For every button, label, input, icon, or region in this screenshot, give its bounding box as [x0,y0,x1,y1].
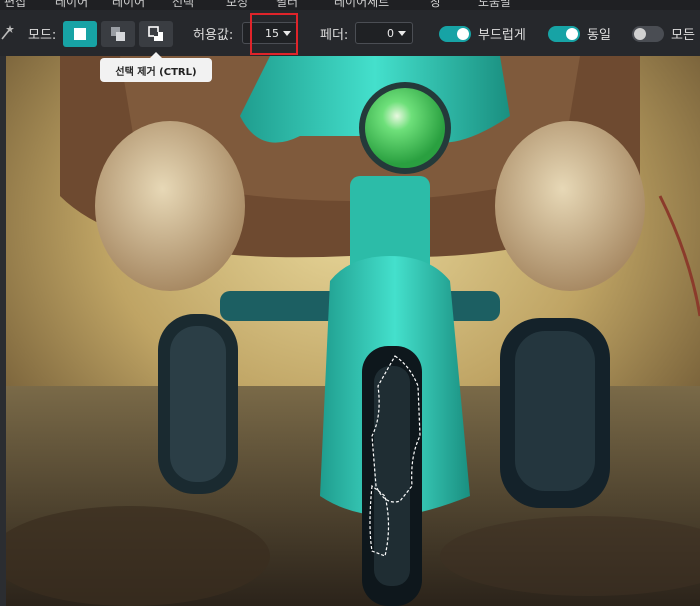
toggle-knob [634,28,646,40]
contiguous-label: 동일 [587,27,611,43]
chevron-down-icon [398,30,406,36]
menu-item[interactable]: 레이어 [55,0,88,10]
menu-item[interactable]: 보정 [226,0,248,10]
new-selection-button[interactable] [63,21,97,47]
tool-options-bar: 모드: 허용값: 15 페더: 0 부드럽게 동일 모든 [0,10,700,56]
feather-dropdown[interactable]: 0 [355,22,413,44]
menu-item[interactable]: 도움말 [478,0,511,10]
contiguous-toggle[interactable] [548,26,580,42]
toggle-knob [566,28,578,40]
menu-item[interactable]: 선택 [172,0,194,10]
toggle-knob [457,28,469,40]
tooltip: 선택 제거 (CTRL) [100,52,212,82]
subtract-selection-icon [148,26,163,41]
magic-wand-icon [0,10,14,56]
new-selection-icon [74,28,86,40]
menu-item[interactable]: 편집 [4,0,26,10]
all-layers-label: 모든 [671,27,695,43]
canvas-image [0,56,700,606]
all-layers-toggle[interactable] [632,26,664,42]
tolerance-label: 허용값: [193,27,234,43]
menu-item[interactable]: 레이어 [112,0,145,10]
subtract-selection-button[interactable] [139,21,173,47]
mode-label: 모드: [28,27,57,43]
antialias-label: 부드럽게 [478,27,526,43]
feather-value: 0 [387,26,394,40]
feather-label: 페더: [320,27,349,43]
menu-bar: 편집 레이어 레이어 선택 보정 필터 레이어세트 창 도움말 [0,0,700,10]
antialias-toggle[interactable] [439,26,471,42]
highlight-box [250,13,298,55]
menu-item[interactable]: 레이어세트 [334,0,389,10]
menu-item[interactable]: 필터 [276,0,298,10]
menu-item[interactable]: 창 [430,0,441,10]
left-panel-edge [0,56,6,606]
add-selection-icon [111,27,125,41]
add-selection-button[interactable] [101,21,135,47]
image-canvas[interactable] [0,56,700,606]
